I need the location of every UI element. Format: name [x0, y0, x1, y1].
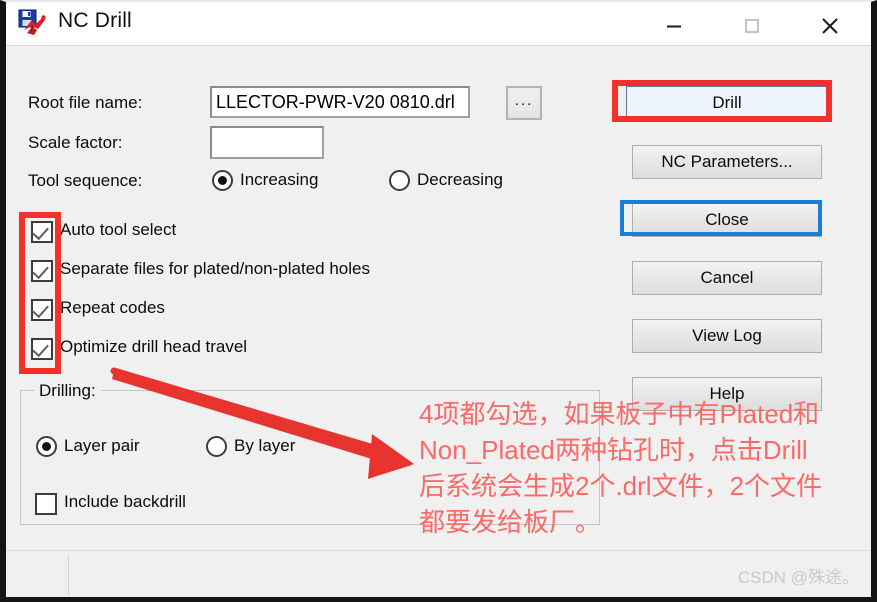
cancel-button[interactable]: Cancel	[632, 261, 822, 295]
status-bar-separator	[68, 555, 69, 595]
root-file-name-label: Root file name:	[28, 93, 143, 112]
annotation-text-line-2: Non_Plated两种钻孔时，点击Drill	[419, 435, 808, 465]
maximize-button[interactable]	[719, 4, 785, 47]
scale-factor-label: Scale factor:	[28, 133, 123, 152]
close-dialog-button[interactable]: Close	[632, 203, 822, 237]
drilling-label-layer-pair: Layer pair	[64, 436, 140, 455]
minimize-icon	[667, 25, 681, 27]
tool-sequence-radio-increasing[interactable]	[212, 170, 233, 191]
minimize-button[interactable]	[641, 4, 707, 47]
drilling-label-by-layer: By layer	[234, 436, 296, 455]
checkbox-separate-files[interactable]	[31, 260, 53, 282]
close-button[interactable]	[797, 4, 863, 47]
label-separate-files: Separate files for plated/non-plated hol…	[60, 259, 370, 278]
drilling-radio-layer-pair[interactable]	[36, 436, 57, 457]
tool-sequence-radio-decreasing[interactable]	[389, 170, 410, 191]
drilling-group-title: Drilling:	[34, 381, 101, 401]
browse-button[interactable]: ...	[506, 86, 542, 120]
label-optimize-drill-head-travel: Optimize drill head travel	[60, 337, 248, 356]
tool-sequence-decreasing-label: Decreasing	[417, 170, 503, 189]
tool-sequence-increasing-label: Increasing	[240, 170, 319, 189]
checkbox-include-backdrill[interactable]	[35, 493, 57, 515]
nc-drill-window-screenshot: NC Drill Root file name: LLECTOR-PWR-V20…	[0, 0, 877, 602]
view-log-button[interactable]: View Log	[632, 319, 822, 353]
root-file-name-input[interactable]: LLECTOR-PWR-V20 0810.drl	[210, 86, 470, 118]
annotation-text-line-4: 都要发给板厂。	[419, 507, 602, 537]
annotation-text-line-3: 后系统会生成2个.drl文件，2个文件	[419, 471, 823, 501]
csdn-watermark: CSDN @殊途。	[737, 568, 859, 587]
tool-sequence-label: Tool sequence:	[28, 171, 143, 190]
label-repeat-codes: Repeat codes	[60, 298, 165, 317]
window-title: NC Drill	[58, 9, 132, 32]
nc-parameters-button[interactable]: NC Parameters...	[632, 145, 822, 179]
drill-button[interactable]: Drill	[626, 86, 828, 120]
checkbox-repeat-codes[interactable]	[31, 299, 53, 321]
checkbox-optimize-drill-head-travel[interactable]	[31, 338, 53, 360]
annotation-text-line-1: 4项都勾选，如果板子中有Plated和	[419, 399, 820, 429]
drilling-radio-by-layer[interactable]	[206, 436, 227, 457]
label-auto-tool-select: Auto tool select	[60, 220, 177, 239]
maximize-icon	[745, 18, 759, 33]
label-include-backdrill: Include backdrill	[64, 492, 186, 511]
scale-factor-input[interactable]	[210, 126, 324, 159]
close-icon	[822, 17, 838, 34]
title-bar: NC Drill	[6, 2, 871, 46]
nc-drill-app-icon	[18, 9, 46, 35]
checkbox-auto-tool-select[interactable]	[31, 221, 53, 243]
